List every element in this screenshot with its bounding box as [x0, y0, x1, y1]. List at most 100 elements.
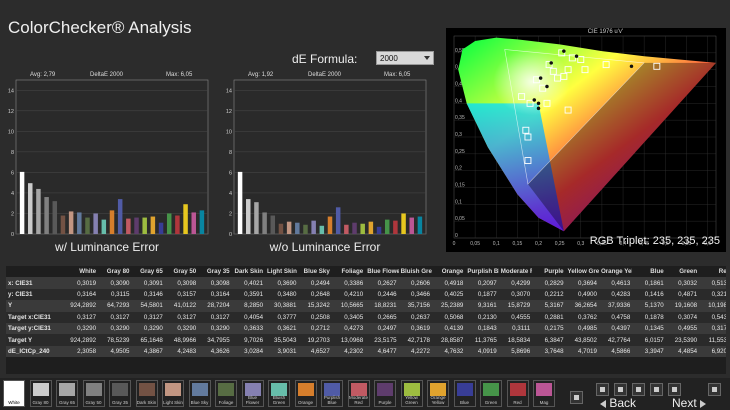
- bar-yellow: [401, 213, 406, 234]
- column-header: Blue: [650, 268, 664, 276]
- swatch-light-skin[interactable]: Light Skin: [162, 380, 184, 407]
- table-cell: 0,3386: [331, 277, 366, 289]
- formula-dropdown[interactable]: 2000: [376, 51, 434, 65]
- row-label: dE_ICtCp_240: [6, 345, 65, 358]
- table-cell: 0,1345: [632, 322, 666, 335]
- x-tick-label: 0,3: [577, 241, 584, 247]
- close-button[interactable]: [708, 383, 721, 396]
- play-button[interactable]: [596, 383, 609, 396]
- table-cell: 4,2483: [164, 345, 199, 358]
- swatch-orange-yellow[interactable]: Orange Yellow: [427, 380, 449, 407]
- swatch-white[interactable]: White: [3, 380, 25, 407]
- swatch-blue[interactable]: Blue: [453, 380, 476, 407]
- bar-gray-65: [254, 202, 259, 234]
- swatch-bluish-green[interactable]: Bluish Green: [268, 380, 290, 407]
- table-cell: 6,9207: [699, 345, 726, 358]
- bar-orange-yellow: [150, 216, 156, 234]
- swatch-orange[interactable]: Orange: [294, 380, 317, 407]
- repeat-button[interactable]: [650, 383, 663, 396]
- y-tick-label: 14: [8, 88, 14, 94]
- swatch-label: Bluish Green: [272, 395, 286, 405]
- table-cell: 0,2175: [532, 322, 566, 335]
- swatch-foliage[interactable]: Foliage: [215, 380, 237, 407]
- table-cell: 0,3098: [198, 277, 232, 289]
- swatch-label: Mag: [539, 400, 549, 405]
- table-cell: 4,2302: [331, 345, 366, 358]
- swatch-mag[interactable]: Mag: [533, 380, 555, 407]
- table-cell: 28,8587: [431, 334, 466, 346]
- bar-purple: [352, 222, 357, 234]
- chevron-right-icon: [700, 399, 707, 408]
- swatch-label: Gray 80: [32, 400, 49, 405]
- table-cell: 0,3290: [98, 322, 132, 335]
- swatch-purple[interactable]: Purple: [374, 380, 396, 407]
- next-button[interactable]: Next: [672, 396, 707, 410]
- table-cell: 0,4918: [431, 277, 466, 289]
- table-cell: 11,3765: [465, 334, 499, 346]
- swatch-color: [6, 383, 22, 396]
- swatch-gray-80[interactable]: Gray 80: [29, 380, 52, 407]
- y-tick-label: 0: [455, 233, 458, 239]
- swatch-blue-flower[interactable]: Blue Flower: [241, 380, 264, 407]
- swatch-moderate-red[interactable]: Moderate Red: [347, 380, 370, 407]
- swatch-label: Gray 65: [58, 400, 75, 405]
- table-cell: 42,7764: [598, 334, 633, 346]
- plot-frame: [233, 79, 427, 235]
- pause-button[interactable]: [614, 383, 627, 396]
- bar-gray-65: [36, 188, 41, 234]
- settings-button[interactable]: [668, 383, 681, 396]
- bar-gray-80: [28, 183, 33, 234]
- bar-blue-sky: [295, 222, 300, 234]
- bar-gray-80: [246, 199, 251, 234]
- table-cell: 48,9966: [164, 334, 199, 346]
- table-cell: 15,8729: [498, 300, 533, 312]
- measured-point: [532, 98, 537, 102]
- table-cell: 0,4758: [598, 311, 633, 323]
- table-cell: 0,4283: [598, 288, 633, 301]
- swatch-purplish-blue[interactable]: Purplish Blue: [321, 380, 343, 407]
- bar-gray-50: [44, 197, 49, 234]
- avg-label: Avg: 2,79: [30, 72, 56, 78]
- table-cell: 0,2097: [465, 277, 499, 289]
- swatch-red[interactable]: Red: [506, 380, 529, 407]
- swatch-gray-65[interactable]: Gray 65: [56, 380, 78, 407]
- avg-label: Avg: 1,92: [248, 72, 274, 78]
- table-cell: 43,8502: [565, 334, 599, 346]
- measured-point: [536, 101, 541, 106]
- y-tick-label: 14: [226, 88, 232, 94]
- table-cell: 0,3111: [498, 322, 533, 335]
- table-cell: 4,7019: [565, 345, 599, 358]
- swatch-yellow-green[interactable]: Yellow Green: [400, 380, 423, 407]
- table-cell: 41,0122: [164, 300, 199, 312]
- column-header: Red: [718, 268, 726, 276]
- swatch-label: Dark Skin: [136, 400, 157, 405]
- column-header: Purplish Blue: [467, 268, 499, 276]
- swatch-label: Purple: [378, 400, 392, 405]
- y-tick-label: 2: [11, 211, 14, 217]
- table-cell: 0,3762: [565, 311, 599, 323]
- table-cell: 11,5537: [699, 334, 726, 346]
- table-cell: 0,1877: [465, 288, 499, 301]
- back-button[interactable]: Back: [600, 396, 636, 410]
- row-label: y: CIE31: [6, 288, 65, 301]
- swatch-gray-50[interactable]: Gray 50: [82, 380, 105, 407]
- swatch-green[interactable]: Green: [480, 380, 502, 407]
- swatch-gray-35[interactable]: Gray 35: [109, 380, 131, 407]
- swatch-color: [32, 383, 49, 396]
- row-label: Target x:CIE31: [6, 311, 65, 323]
- next-label: Next: [672, 396, 697, 410]
- table-cell: 924,2892: [64, 334, 99, 346]
- swatch-dark-skin[interactable]: Dark Skin: [135, 380, 158, 407]
- record-button[interactable]: [632, 383, 645, 396]
- y-tick-label: 4: [229, 191, 232, 197]
- table-cell: 2,3058: [64, 345, 99, 358]
- table-cell: 0,1416: [632, 288, 666, 301]
- swatch-blue-sky[interactable]: Blue Sky: [188, 380, 211, 407]
- deltae-chart-without-luminance-plot: 0 2 4 6 8 10 12 14: [226, 79, 427, 238]
- measured-point: [549, 61, 553, 65]
- x-tick-label: 0: [453, 241, 456, 247]
- table-cell: 0,2508: [298, 311, 332, 323]
- stop-button[interactable]: [570, 391, 583, 404]
- max-label: Max: 6,05: [166, 72, 193, 78]
- chart-title: DeltaE 2000: [308, 72, 342, 78]
